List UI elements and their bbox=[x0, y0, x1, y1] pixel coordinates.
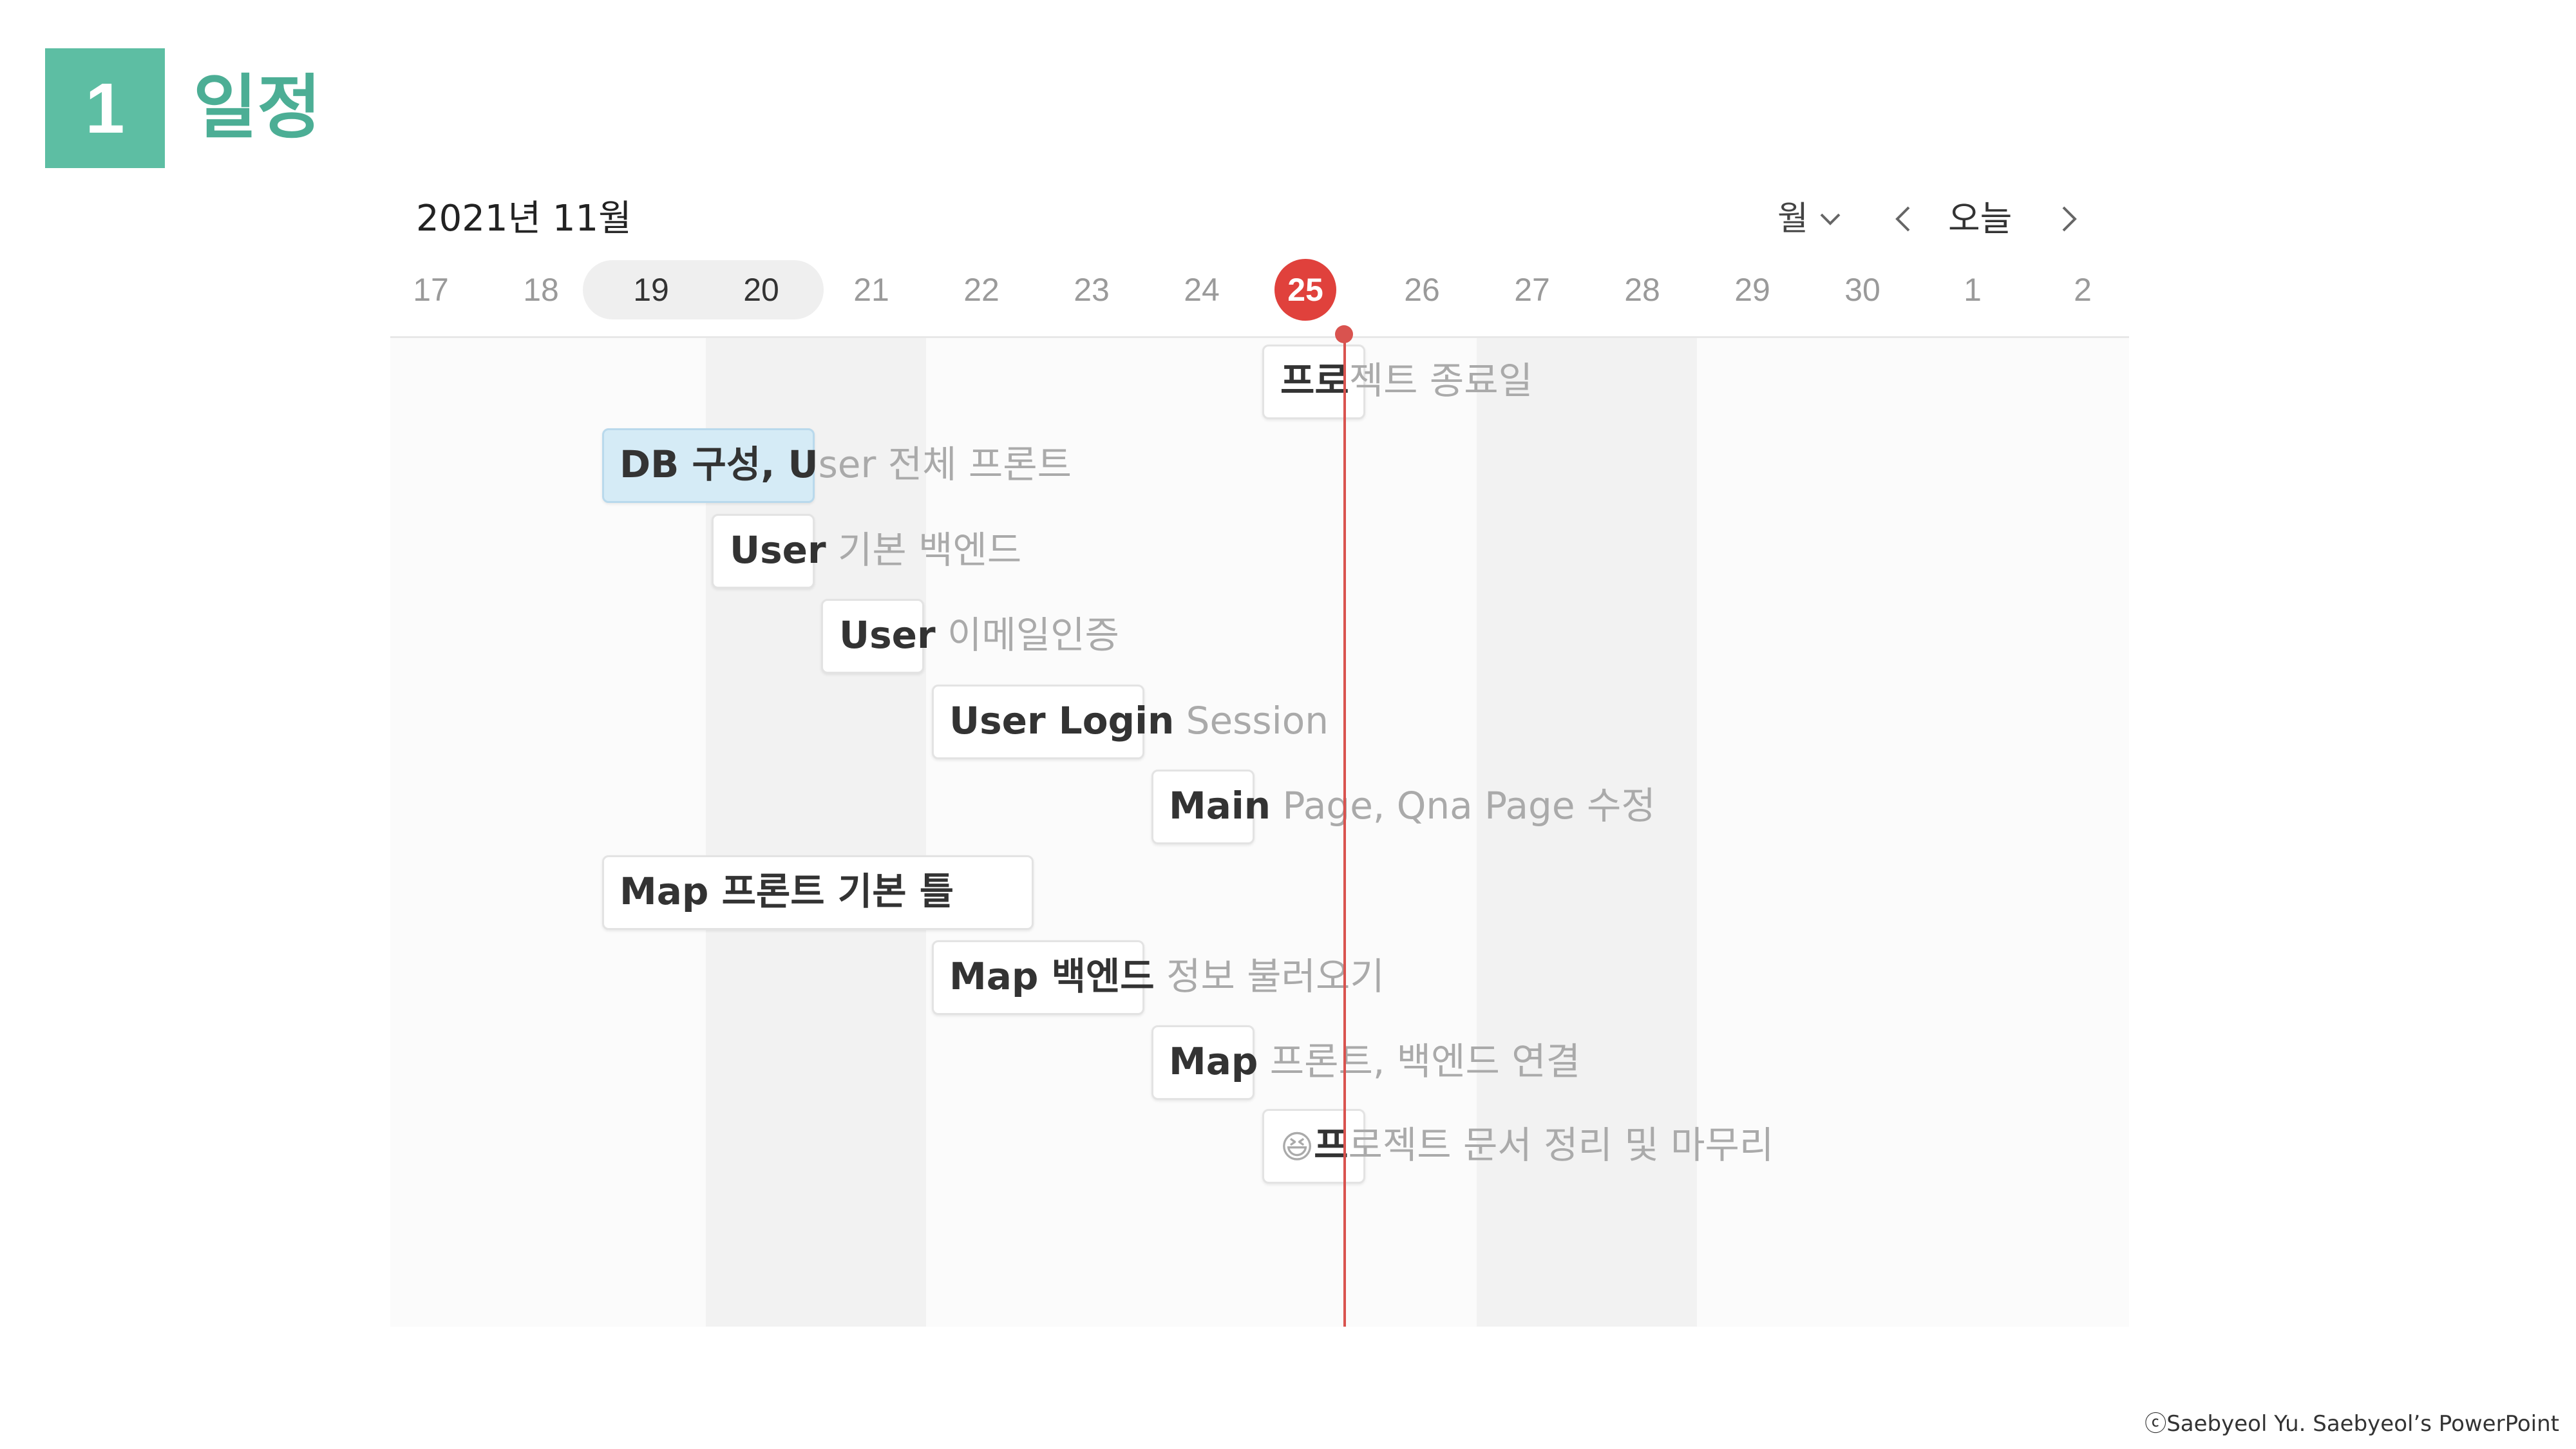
event-label: User 이메일인증 bbox=[839, 613, 1119, 657]
day-cell[interactable]: 23 bbox=[1053, 261, 1130, 319]
event-label: Map 프론트, 백엔드 연결 bbox=[1169, 1039, 1581, 1083]
chevron-left-icon bbox=[1893, 205, 1911, 233]
today-button[interactable]: 오늘 bbox=[1948, 193, 2012, 245]
day-cell[interactable]: 28 bbox=[1604, 261, 1681, 319]
event-label: 프로젝트 종료일 bbox=[1280, 359, 1533, 402]
event-label: Main Page, Qna Page 수정 bbox=[1169, 784, 1656, 828]
today-indicator-dot bbox=[1335, 325, 1353, 343]
day-cell[interactable]: 27 bbox=[1493, 261, 1571, 319]
day-cell[interactable]: 2 bbox=[2044, 261, 2121, 319]
event-label: 😆프로젝트 문서 정리 및 마무리 bbox=[1280, 1123, 1774, 1167]
day-cell-today[interactable]: 25 bbox=[1267, 261, 1344, 319]
event-label: DB 구성, User 전체 프론트 bbox=[620, 442, 1072, 486]
next-button[interactable] bbox=[2061, 193, 2087, 245]
day-cell[interactable]: 19 bbox=[612, 261, 690, 319]
laughing-face-icon: 😆 bbox=[1280, 1128, 1314, 1166]
event-label: User 기본 백엔드 bbox=[730, 528, 1022, 572]
month-title: 2021년 11월 bbox=[416, 198, 632, 240]
day-cell[interactable]: 1 bbox=[1934, 261, 2011, 319]
event-label: User Login Session bbox=[949, 699, 1329, 743]
day-cell[interactable]: 20 bbox=[723, 261, 800, 319]
day-cell[interactable]: 29 bbox=[1714, 261, 1791, 319]
chevron-right-icon bbox=[2061, 205, 2079, 233]
day-cell[interactable]: 30 bbox=[1824, 261, 1901, 319]
day-cell[interactable]: 26 bbox=[1383, 261, 1461, 319]
day-cell[interactable]: 17 bbox=[392, 261, 469, 319]
today-indicator-line bbox=[1343, 332, 1346, 1327]
view-select-label: 월 bbox=[1777, 200, 1808, 238]
view-select[interactable]: 월 bbox=[1777, 193, 1842, 245]
event-label: Map 프론트 기본 틀 bbox=[620, 869, 954, 913]
day-cell[interactable]: 18 bbox=[502, 261, 580, 319]
day-cell[interactable]: 24 bbox=[1163, 261, 1240, 319]
day-cell[interactable]: 21 bbox=[833, 261, 910, 319]
section-title: 일정 bbox=[193, 68, 321, 148]
day-cell[interactable]: 22 bbox=[943, 261, 1020, 319]
prev-button[interactable] bbox=[1893, 193, 1919, 245]
copyright-footer: ⓒSaebyeol Yu. Saebyeol’s PowerPoint bbox=[2145, 1411, 2559, 1437]
event-label: Map 백엔드 정보 불러오기 bbox=[949, 954, 1385, 998]
chevron-down-icon bbox=[1819, 211, 1842, 227]
section-number: 1 bbox=[45, 48, 165, 168]
